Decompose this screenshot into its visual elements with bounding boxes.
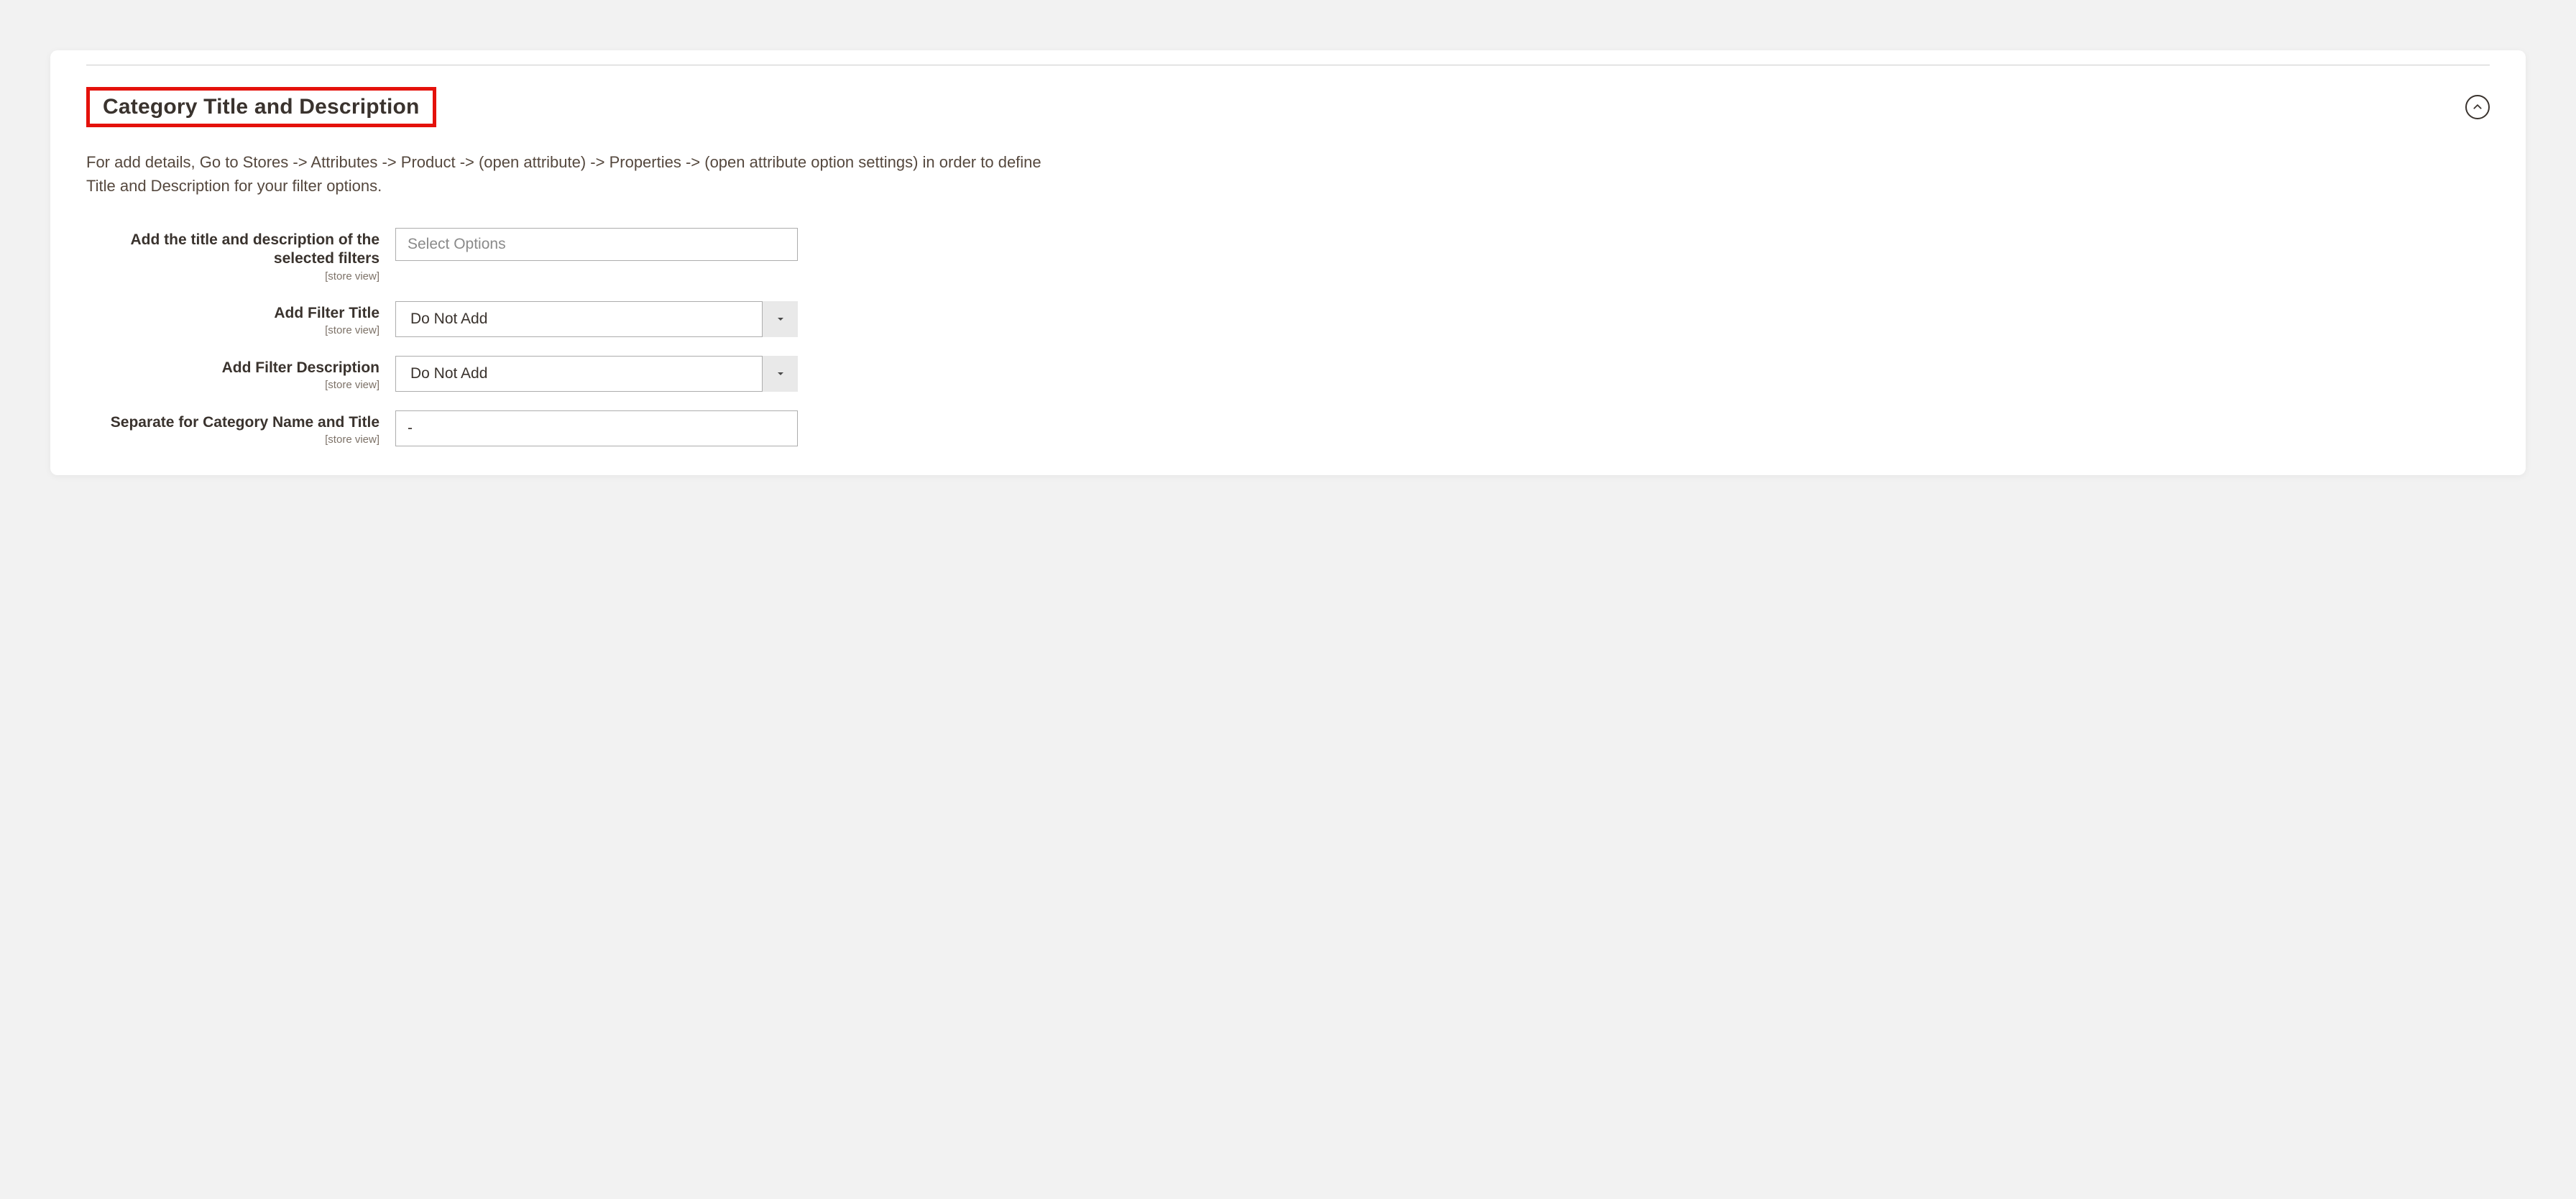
control-col: Do Not Add [395,301,798,337]
add-filter-description-scope: [store view] [86,379,380,391]
label-col: Separate for Category Name and Title [st… [86,410,395,446]
field-row-add-filter-title: Add Filter Title [store view] Do Not Add [86,301,2490,337]
selected-filters-multiselect[interactable]: Select Options [395,228,798,261]
panel-inner: Category Title and Description For add d… [86,65,2490,446]
separator-scope: [store view] [86,433,380,446]
control-col: Do Not Add [395,356,798,392]
settings-panel: Category Title and Description For add d… [50,50,2526,475]
control-col [395,410,798,446]
settings-form: Add the title and description of the sel… [86,228,2490,446]
add-filter-description-select[interactable]: Do Not Add [395,356,798,392]
field-row-selected-filters: Add the title and description of the sel… [86,228,2490,282]
selected-filters-label: Add the title and description of the sel… [86,231,380,269]
field-row-add-filter-description: Add Filter Description [store view] Do N… [86,356,2490,392]
select-wrap: Do Not Add [395,301,798,337]
add-filter-description-label: Add Filter Description [86,359,380,377]
collapse-toggle[interactable] [2465,95,2490,119]
control-col: Select Options [395,228,798,261]
label-col: Add the title and description of the sel… [86,228,395,282]
selected-filters-scope: [store view] [86,270,380,282]
section-header: Category Title and Description [86,87,2490,127]
label-col: Add Filter Description [store view] [86,356,395,391]
section-title-highlight: Category Title and Description [86,87,436,127]
field-row-separator: Separate for Category Name and Title [st… [86,410,2490,446]
separator-label: Separate for Category Name and Title [86,413,380,432]
section-help-text: For add details, Go to Stores -> Attribu… [86,150,1042,198]
select-wrap: Do Not Add [395,356,798,392]
label-col: Add Filter Title [store view] [86,301,395,336]
add-filter-title-select[interactable]: Do Not Add [395,301,798,337]
add-filter-title-label: Add Filter Title [86,304,380,323]
separator-input[interactable] [395,410,798,446]
add-filter-title-scope: [store view] [86,324,380,336]
chevron-up-icon [2472,102,2483,112]
section-title: Category Title and Description [103,95,420,119]
